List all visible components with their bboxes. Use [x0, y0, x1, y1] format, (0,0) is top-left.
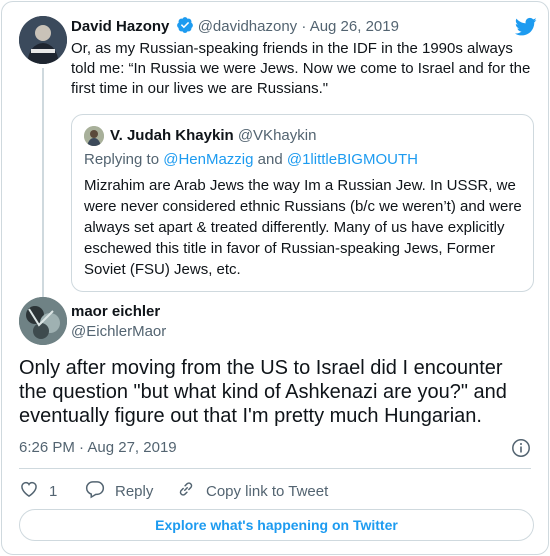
replying-to-mention-1[interactable]: @HenMazzig: [163, 151, 253, 168]
reply-icon: [85, 479, 115, 505]
tweet-separator: ·: [79, 439, 85, 456]
heart-icon: [19, 479, 49, 505]
tweet-time[interactable]: 6:26 PM: [19, 439, 75, 456]
author-name[interactable]: maor eichler: [71, 302, 160, 322]
replying-to-mention-2[interactable]: @1littleBIGMOUTH: [287, 151, 418, 168]
tweet-text: Only after moving from the US to Israel …: [19, 357, 507, 427]
quoted-header: V. Judah Khaykin @VKhaykin: [110, 126, 316, 146]
quoted-avatar[interactable]: [84, 126, 104, 146]
parent-separator: ·: [301, 18, 307, 35]
quoted-author-handle[interactable]: @VKhaykin: [238, 127, 317, 144]
info-icon[interactable]: [511, 438, 531, 458]
quoted-tweet[interactable]: V. Judah Khaykin @VKhaykin Replying to @…: [71, 114, 534, 292]
parent-tweet-text: Or, as my Russian-speaking friends in th…: [71, 40, 531, 97]
tweet-timestamp[interactable]: 6:26 PM · Aug 27, 2019: [19, 438, 177, 458]
tweet-embed-card: David Hazony @davidhazony · Aug 26, 2019…: [1, 1, 549, 555]
replying-to-prefix: Replying to: [84, 151, 160, 168]
parent-author-name[interactable]: David Hazony: [71, 18, 169, 35]
author-handle[interactable]: @EichlerMaor: [71, 322, 166, 342]
parent-avatar[interactable]: [19, 16, 67, 64]
thread-line: [42, 68, 44, 308]
copy-link-label: Copy link to Tweet: [206, 483, 329, 500]
like-count: 1: [49, 483, 58, 500]
reply-label: Reply: [115, 483, 154, 500]
quoted-author-name[interactable]: V. Judah Khaykin: [110, 127, 234, 144]
explore-twitter-button[interactable]: Explore what's happening on Twitter: [19, 509, 534, 541]
parent-author-handle[interactable]: @davidhazony: [198, 18, 297, 35]
parent-header: David Hazony @davidhazony · Aug 26, 2019: [71, 16, 399, 40]
parent-date[interactable]: Aug 26, 2019: [310, 18, 399, 35]
author-avatar[interactable]: [19, 297, 67, 345]
link-icon: [176, 479, 206, 505]
tweet-date[interactable]: Aug 27, 2019: [87, 439, 176, 456]
replying-to-and: and: [257, 151, 283, 168]
copy-link-button[interactable]: Copy link to Tweet: [176, 479, 328, 505]
like-button[interactable]: 1: [19, 479, 57, 505]
replying-to-line: Replying to @HenMazzig and @1littleBIGMO…: [84, 150, 418, 170]
divider: [19, 468, 531, 469]
quoted-tweet-text: Mizrahim are Arab Jews the way Im a Russ…: [84, 177, 522, 278]
verified-badge-icon: [176, 16, 194, 40]
reply-button[interactable]: Reply: [85, 479, 153, 505]
